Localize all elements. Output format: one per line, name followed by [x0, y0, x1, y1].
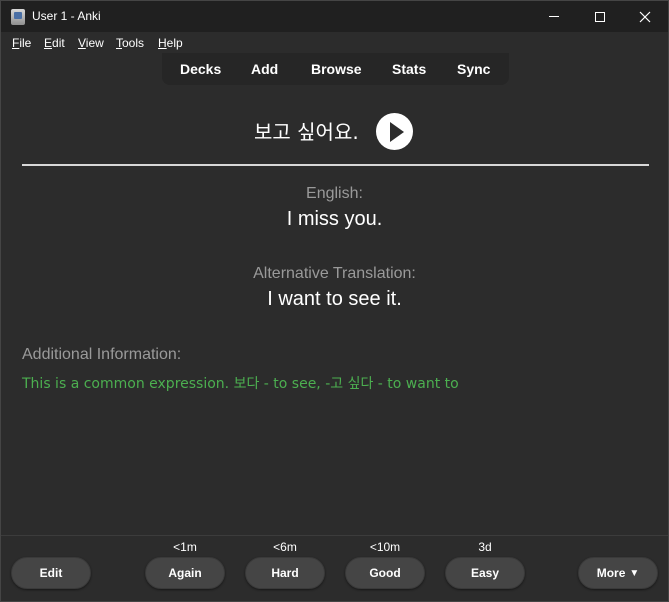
- again-button[interactable]: Again: [145, 557, 225, 589]
- more-label: More: [596, 566, 626, 580]
- edit-button[interactable]: Edit: [11, 557, 91, 589]
- more-button[interactable]: More ▼: [578, 557, 658, 589]
- menu-bar: File Edit View Tools Help: [1, 32, 668, 54]
- alternative-translation-value: I want to see it.: [267, 288, 402, 310]
- easy-button[interactable]: Easy: [445, 557, 525, 589]
- additional-info-text: This is a common expression. 보다 - to see…: [22, 376, 459, 392]
- good-button[interactable]: Good: [345, 557, 425, 589]
- english-value: I miss you.: [286, 208, 383, 230]
- review-bottom-bar: Edit <1m Again <6m Hard <10m Good 3d Eas…: [1, 535, 668, 601]
- toolbar-stats-link[interactable]: Stats: [392, 61, 426, 77]
- close-icon: [639, 11, 651, 22]
- menu-edit[interactable]: Edit: [44, 36, 65, 50]
- hard-interval: <6m: [273, 540, 297, 554]
- close-button[interactable]: [622, 1, 668, 32]
- anki-window: User 1 - Anki File Edit View Tools Help …: [0, 0, 669, 602]
- main-toolbar: Decks Add Browse Stats Sync: [162, 53, 509, 85]
- card-view: 보고 싶어요. English: I miss you. Alternative…: [1, 85, 668, 535]
- toolbar-browse-link[interactable]: Browse: [311, 61, 362, 77]
- minimize-button[interactable]: [531, 1, 577, 32]
- menu-tools[interactable]: Tools: [116, 36, 144, 50]
- alternative-translation-label: Alternative Translation:: [253, 265, 416, 282]
- menu-view[interactable]: View: [78, 36, 104, 50]
- easy-interval: 3d: [478, 540, 492, 554]
- menu-file[interactable]: File: [12, 36, 31, 50]
- card-front-text: 보고 싶어요.: [254, 120, 359, 144]
- minimize-icon: [549, 16, 559, 17]
- window-title: User 1 - Anki: [32, 9, 101, 23]
- toolbar-decks-link[interactable]: Decks: [180, 61, 221, 77]
- good-interval: <10m: [369, 540, 401, 554]
- maximize-button[interactable]: [577, 1, 623, 32]
- english-label: English:: [306, 185, 363, 202]
- card-divider: [22, 164, 649, 166]
- toolbar-add-link[interactable]: Add: [251, 61, 278, 77]
- maximize-icon: [595, 11, 605, 22]
- play-audio-button[interactable]: [376, 113, 413, 150]
- triangle-down-icon: ▼: [629, 567, 640, 579]
- title-bar: User 1 - Anki: [1, 1, 668, 32]
- hard-button[interactable]: Hard: [245, 557, 325, 589]
- again-interval: <1m: [173, 540, 197, 554]
- anki-app-icon: [11, 9, 25, 25]
- additional-info-label: Additional Information:: [22, 346, 182, 363]
- menu-help[interactable]: Help: [158, 36, 183, 50]
- toolbar-sync-link[interactable]: Sync: [457, 61, 490, 77]
